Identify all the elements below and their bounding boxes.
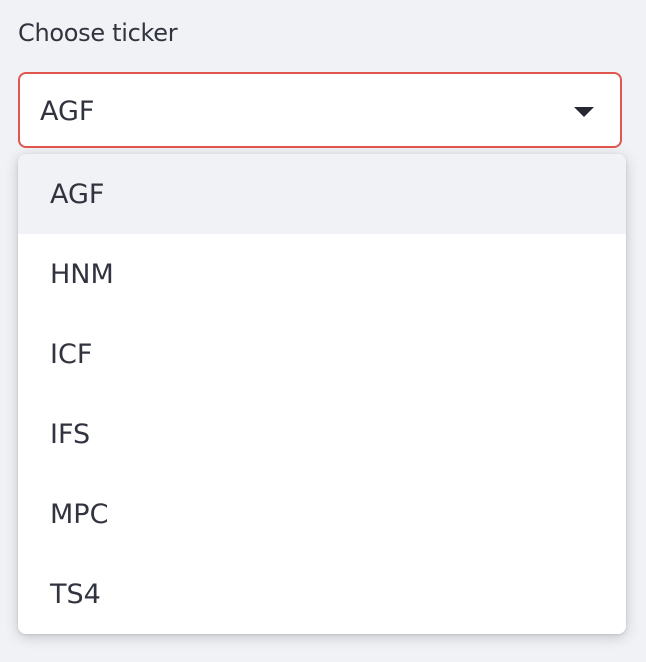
chevron-down-icon[interactable] [574,107,594,117]
dropdown-option-ifs[interactable]: IFS [18,394,626,474]
dropdown-option-hnm[interactable]: HNM [18,234,626,314]
ticker-select-widget: Choose ticker AGF AGF HNM ICF IFS MPC TS… [0,0,646,662]
dropdown-option-mpc[interactable]: MPC [18,474,626,554]
selected-ticker-value: AGF [40,96,95,127]
dropdown-option-icf[interactable]: ICF [18,314,626,394]
dropdown-option-agf[interactable]: AGF [18,154,626,234]
ticker-select-label: Choose ticker [18,19,178,47]
dropdown-option-ts4[interactable]: TS4 [18,554,626,634]
ticker-dropdown-menu: AGF HNM ICF IFS MPC TS4 [18,154,626,634]
ticker-select[interactable]: AGF [18,72,622,148]
